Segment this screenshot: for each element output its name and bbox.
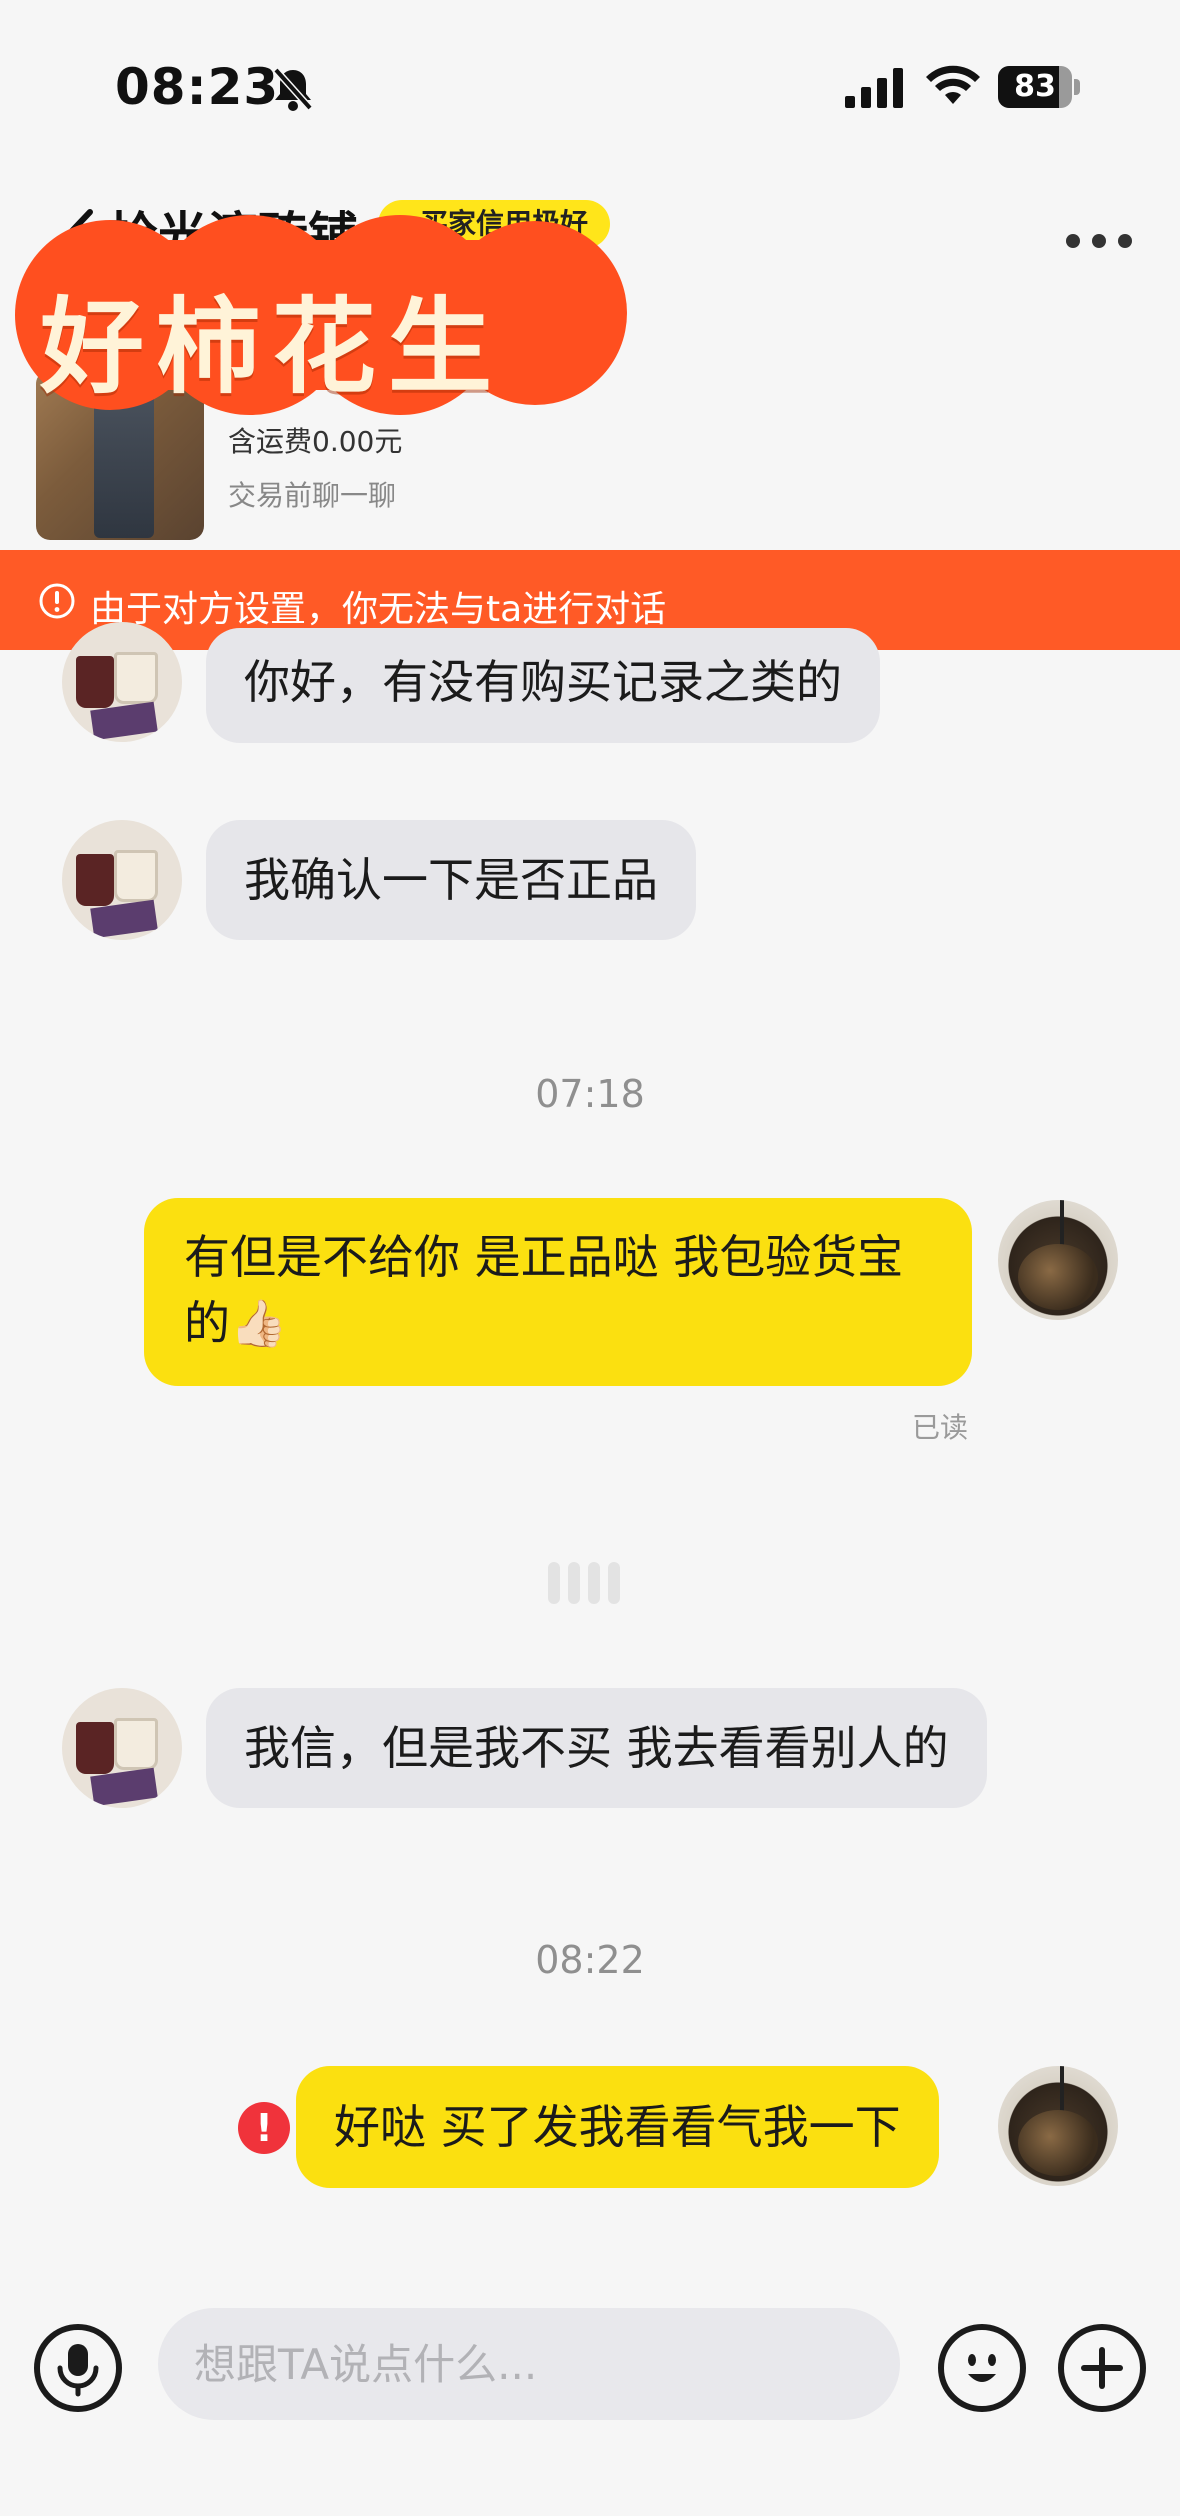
seller-avatar[interactable]	[998, 1200, 1118, 1320]
message-line: 有但是不给你 是正品哒 我包验货宝	[184, 1230, 904, 1284]
buyer-avatar[interactable]	[62, 622, 182, 742]
input-bar	[0, 2290, 1180, 2516]
stamp-text: 好柿花生	[40, 285, 505, 408]
signal-icon	[845, 68, 903, 108]
smiley-icon	[968, 2354, 996, 2382]
buyer-avatar[interactable]	[62, 820, 182, 940]
send-failed-icon[interactable]: !	[238, 2102, 290, 2154]
read-receipt: 已读	[912, 1411, 969, 1444]
message-bubble-outgoing[interactable]: 有但是不给你 是正品哒 我包验货宝 的👍🏻	[144, 1198, 972, 1386]
bell-muted-icon	[273, 67, 313, 111]
microphone-icon	[57, 2344, 99, 2397]
message-bubble-incoming[interactable]: 你好，有没有购买记录之类的	[206, 628, 880, 743]
message-bubble-incoming[interactable]: 我确认一下是否正品	[206, 820, 696, 940]
status-time: 08:23	[115, 58, 280, 116]
plus-icon	[1081, 2347, 1123, 2389]
message-bubble-incoming[interactable]: 我信，但是我不买 我去看看别人的	[206, 1688, 987, 1808]
wifi-icon	[926, 65, 980, 104]
seller-avatar[interactable]	[998, 2066, 1118, 2186]
emoji-button[interactable]	[938, 2324, 1026, 2412]
message-line: 的👍🏻	[184, 1296, 288, 1350]
battery-level: 83	[1014, 69, 1056, 104]
loading-indicator	[548, 1562, 638, 1604]
more-actions-button[interactable]	[1058, 2324, 1146, 2412]
battery-icon: 83	[998, 66, 1080, 108]
warning-icon	[39, 583, 75, 619]
message-input[interactable]	[158, 2308, 900, 2420]
product-shipping-price: 含运费0.00元	[228, 425, 403, 458]
voice-button[interactable]	[34, 2324, 122, 2412]
product-chat-hint: 交易前聊一聊	[228, 479, 397, 512]
timestamp: 07:18	[535, 1072, 645, 1116]
watermark-stamp: 好柿花生	[0, 215, 640, 420]
buyer-avatar[interactable]	[62, 1688, 182, 1808]
more-options-icon[interactable]	[1066, 234, 1132, 250]
warning-text: 由于对方设置，你无法与ta进行对话	[90, 589, 667, 630]
status-bar: 08:23 83	[0, 0, 1180, 170]
timestamp: 08:22	[535, 1938, 645, 1982]
message-bubble-outgoing[interactable]: 好哒 买了发我看看气我一下	[296, 2066, 939, 2188]
